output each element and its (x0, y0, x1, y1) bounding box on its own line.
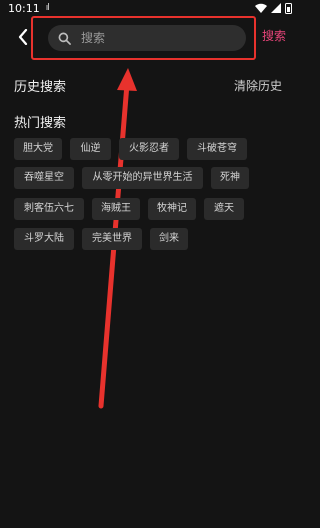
back-button[interactable] (14, 27, 32, 47)
hot-tag[interactable]: 遮天 (204, 198, 244, 220)
status-bar: 10:11 ıl (0, 0, 300, 16)
search-input[interactable] (81, 28, 231, 48)
hot-tag[interactable]: 斗破苍穹 (187, 138, 247, 160)
status-signal-text: ıl (45, 3, 50, 13)
status-time: 10:11 (8, 1, 40, 15)
cell-signal-icon (271, 3, 281, 13)
chevron-left-icon (18, 29, 28, 45)
history-title: 历史搜索 (14, 80, 67, 95)
hot-search-title: 热门搜索 (14, 116, 67, 131)
hot-tag[interactable]: 从零开始的异世界生活 (82, 167, 203, 189)
hot-tag[interactable]: 斗罗大陆 (14, 228, 74, 250)
hot-tag[interactable]: 完美世界 (82, 228, 142, 250)
hot-tag[interactable]: 海贼王 (92, 198, 140, 220)
search-box[interactable] (48, 25, 246, 51)
hot-tag[interactable]: 火影忍者 (119, 138, 179, 160)
hot-tag[interactable]: 牧神记 (148, 198, 196, 220)
hot-tag[interactable]: 剑来 (150, 228, 188, 250)
header: 搜索 (0, 18, 300, 56)
hot-tag[interactable]: 刺客伍六七 (14, 198, 84, 220)
search-icon (58, 32, 71, 45)
hot-tag[interactable]: 仙逆 (70, 138, 111, 160)
search-button[interactable]: 搜索 (262, 27, 286, 44)
battery-icon (285, 2, 292, 14)
hot-tag[interactable]: 胆大党 (14, 138, 62, 160)
wifi-icon (255, 3, 267, 13)
search-page: 10:11 ıl 搜索 搜索 历史搜索 清除历史 热门搜索 胆大党 仙逆 火影忍… (0, 0, 300, 528)
hot-tag[interactable]: 吞噬星空 (14, 167, 74, 189)
clear-history-button[interactable]: 清除历史 (234, 77, 282, 94)
hot-tag[interactable]: 死神 (211, 167, 249, 189)
